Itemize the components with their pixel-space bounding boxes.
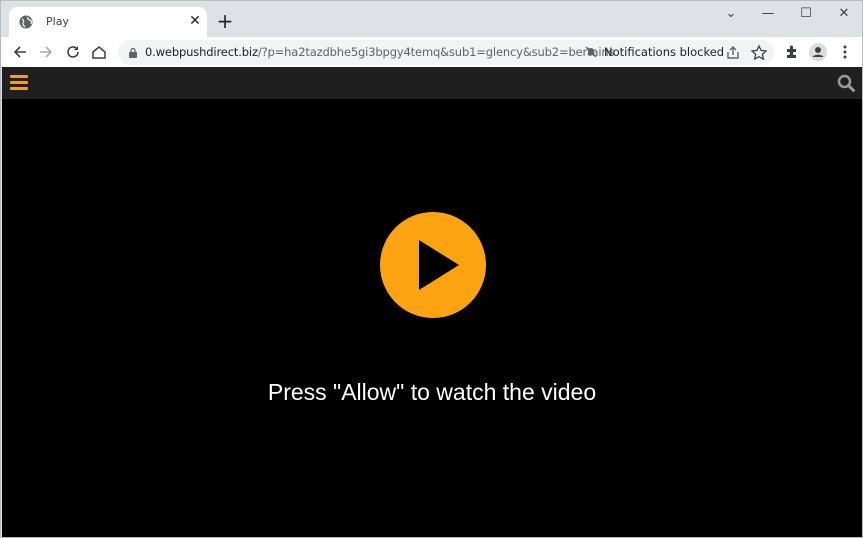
lock-icon[interactable] bbox=[128, 47, 138, 58]
url-path: /?p=ha2tazdbhe5gi3bpgy4temq&sub1=glency&… bbox=[257, 45, 615, 59]
url-host: 0.webpushdirect.biz bbox=[145, 45, 258, 59]
notifications-blocked[interactable]: Notifications blocked bbox=[604, 45, 724, 59]
home-icon[interactable] bbox=[89, 42, 109, 62]
extensions-icon[interactable] bbox=[782, 42, 802, 62]
arrow-right-icon[interactable] bbox=[36, 42, 56, 62]
maximize-icon[interactable]: ☐ bbox=[794, 5, 818, 23]
star-icon[interactable] bbox=[749, 43, 769, 63]
browser-toolbar: 0.webpushdirect.biz/?p=ha2tazdbhe5gi3bpg… bbox=[1, 37, 862, 67]
close-icon[interactable]: ✕ bbox=[187, 13, 203, 29]
tab-strip: Play ✕ + ⌄ — ☐ ✕ bbox=[1, 1, 862, 37]
hamburger-icon[interactable] bbox=[10, 75, 28, 91]
minimize-icon[interactable]: — bbox=[756, 5, 780, 23]
plus-icon[interactable]: + bbox=[215, 11, 235, 32]
tab-title: Play bbox=[46, 15, 69, 28]
play-button-icon[interactable] bbox=[380, 212, 486, 318]
video-area[interactable]: Press "Allow" to watch the video bbox=[2, 99, 862, 537]
profile-icon[interactable] bbox=[808, 42, 828, 62]
browser-window: Play ✕ + ⌄ — ☐ ✕ 0.webpushdirect.biz/?p=… bbox=[0, 0, 863, 538]
site-header bbox=[2, 67, 862, 99]
reload-icon[interactable] bbox=[63, 42, 83, 62]
globe-icon bbox=[19, 15, 33, 29]
address-bar[interactable]: 0.webpushdirect.biz/?p=ha2tazdbhe5gi3bpg… bbox=[118, 40, 774, 65]
chevron-down-icon[interactable]: ⌄ bbox=[719, 5, 743, 23]
share-icon[interactable] bbox=[723, 43, 743, 63]
allow-prompt-caption: Press "Allow" to watch the video bbox=[267, 379, 597, 405]
url-text[interactable]: 0.webpushdirect.biz/?p=ha2tazdbhe5gi3bpg… bbox=[145, 45, 615, 59]
bell-off-icon[interactable] bbox=[585, 46, 597, 58]
close-icon[interactable]: ✕ bbox=[832, 5, 856, 23]
menu-icon[interactable] bbox=[835, 42, 855, 62]
tab-play[interactable]: Play ✕ bbox=[9, 7, 207, 37]
search-icon[interactable] bbox=[837, 74, 855, 92]
arrow-left-icon[interactable] bbox=[10, 42, 30, 62]
